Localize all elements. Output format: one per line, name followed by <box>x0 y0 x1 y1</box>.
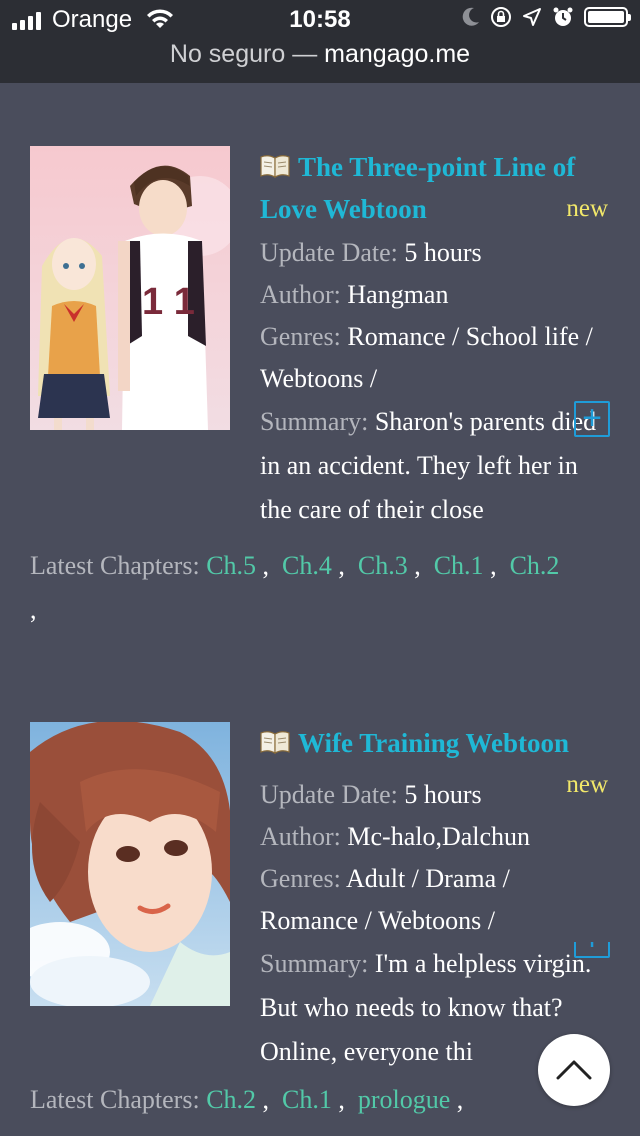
open-book-icon <box>260 155 290 178</box>
chapter-link[interactable]: Ch.1 <box>282 1085 332 1114</box>
manga-cover-image[interactable]: 1 1 <box>30 146 230 430</box>
alarm-icon <box>553 7 573 26</box>
chapter-link[interactable]: Ch.2 <box>206 1085 256 1114</box>
svg-text:1 1: 1 1 <box>142 281 195 323</box>
status-bar: Orange 10:58 <box>0 0 640 42</box>
security-label: No seguro — <box>169 40 318 68</box>
summary-label: Summary: <box>260 949 369 978</box>
latest-chapters-label: Latest Chapters: <box>30 551 200 580</box>
chapter-link[interactable]: Ch.3 <box>358 551 408 580</box>
genres-label: Genres: <box>260 864 341 893</box>
author-value[interactable]: Mc-halo,Dalchun <box>347 822 530 851</box>
update-date-row: Update Date: 5 hours <box>260 232 612 274</box>
manga-cover-image[interactable] <box>30 722 230 1006</box>
genres-row: Genres: Adult / Drama / Romance / Webtoo… <box>260 858 612 942</box>
moon-icon <box>462 7 479 26</box>
manga-title-link[interactable]: The Three-point Line of Love Webtoon <box>260 152 575 224</box>
author-row: Author: Mc-halo,Dalchun <box>260 816 612 858</box>
new-badge: new <box>566 771 608 798</box>
manga-title-row: The Three-point Line of Love Webtoon new <box>260 146 612 230</box>
summary-row: Summary: Sharon's parents died in an acc… <box>260 400 612 532</box>
summary-label: Summary: <box>260 407 369 436</box>
manga-info: Wife Training Webtoon new Update Date: 5… <box>260 722 612 1074</box>
location-arrow-icon <box>523 8 541 26</box>
manga-info: The Three-point Line of Love Webtoon new… <box>260 146 612 532</box>
update-date-value: 5 hours <box>404 238 482 267</box>
update-date-label: Update Date: <box>260 238 398 267</box>
author-label: Author: <box>260 822 341 851</box>
latest-chapters-label: Latest Chapters: <box>30 1085 200 1114</box>
browser-top-bar: Orange 10:58 No seguro — mangago.me <box>0 0 640 83</box>
expand-summary-button[interactable]: + <box>574 401 610 437</box>
manga-title-row: Wife Training Webtoon new <box>260 722 612 798</box>
chevron-up-icon <box>556 1060 592 1080</box>
url-host: mangago.me <box>324 40 471 68</box>
expand-summary-button[interactable]: + <box>574 942 610 958</box>
update-date-label: Update Date: <box>260 780 398 809</box>
battery-icon <box>584 7 631 27</box>
genres-label: Genres: <box>260 322 341 351</box>
address-bar[interactable]: No seguro — mangago.me <box>0 40 640 69</box>
scroll-to-top-button[interactable] <box>538 1034 610 1106</box>
latest-chapters: Latest Chapters: Ch.2 , Ch.1 , prologue … <box>30 1085 464 1114</box>
chapter-link[interactable]: Ch.1 <box>434 551 484 580</box>
update-date-value: 5 hours <box>404 780 482 809</box>
orientation-lock-icon <box>491 7 511 27</box>
author-value[interactable]: Hangman <box>347 280 448 309</box>
latest-chapters: Latest Chapters: Ch.5 , Ch.4 , Ch.3 , Ch… <box>30 551 560 624</box>
chapter-link[interactable]: prologue <box>358 1085 450 1114</box>
chapter-link[interactable]: Ch.2 <box>510 551 560 580</box>
update-date-row: Update Date: 5 hours <box>260 774 612 816</box>
genres-row: Genres: Romance / School life / Webtoons… <box>260 316 612 400</box>
author-label: Author: <box>260 280 341 309</box>
manga-title-link[interactable]: Wife Training Webtoon <box>298 728 569 758</box>
new-badge: new <box>566 195 608 222</box>
chapter-link[interactable]: Ch.5 <box>206 551 256 580</box>
status-icons <box>462 6 631 28</box>
open-book-icon <box>260 731 290 754</box>
chapter-link[interactable]: Ch.4 <box>282 551 332 580</box>
author-row: Author: Hangman <box>260 274 612 316</box>
